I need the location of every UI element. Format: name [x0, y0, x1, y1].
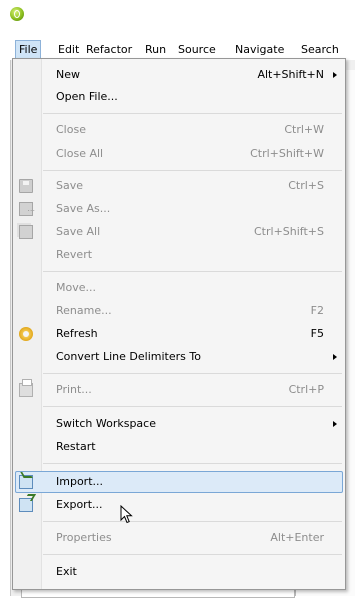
menu-item-open-file[interactable]: Open File... — [13, 86, 345, 108]
menu-item-shortcut: Ctrl+Shift+W — [250, 147, 324, 160]
menu-item-label: Save As... — [56, 202, 111, 215]
import-icon — [19, 475, 33, 489]
menu-separator — [43, 463, 342, 464]
menu-item-shortcut: Alt+Enter — [270, 531, 324, 544]
menu-item-refresh[interactable]: Refresh F5 — [13, 323, 345, 345]
menu-item-exit[interactable]: Exit — [13, 561, 345, 583]
menu-item-import[interactable]: Import... — [13, 471, 345, 493]
menu-item-save[interactable]: Save Ctrl+S — [13, 175, 345, 197]
menu-item-label: New — [56, 68, 80, 81]
title-bar — [0, 0, 355, 28]
menu-edit[interactable]: Edit — [55, 40, 82, 60]
menu-item-label: Exit — [56, 565, 77, 578]
menu-separator — [43, 521, 342, 522]
menu-file[interactable]: File — [15, 40, 42, 60]
menu-run[interactable]: Run — [142, 40, 169, 60]
menu-item-switch-workspace[interactable]: Switch Workspace — [13, 413, 345, 435]
menu-item-save-as[interactable]: Save As... — [13, 198, 345, 220]
menu-item-label: Refresh — [56, 327, 98, 340]
menu-item-shortcut: Ctrl+Shift+S — [254, 225, 324, 238]
menu-item-shortcut: Alt+Shift+N — [257, 68, 324, 81]
menu-item-label: Switch Workspace — [56, 417, 156, 430]
menu-item-revert[interactable]: Revert — [13, 244, 345, 266]
menu-item-move[interactable]: Move... — [13, 277, 345, 299]
menu-search[interactable]: Search — [298, 40, 342, 60]
menu-item-label: Import... — [56, 475, 103, 488]
menu-item-label: Revert — [56, 248, 93, 261]
file-menu-dropdown: New Alt+Shift+N Open File... Close Ctrl+… — [12, 58, 346, 590]
menu-item-shortcut: Ctrl+W — [284, 123, 324, 136]
menu-item-print[interactable]: Print... Ctrl+P — [13, 379, 345, 401]
submenu-arrow-icon — [333, 72, 337, 78]
menu-item-label: Print... — [56, 383, 92, 396]
print-icon — [19, 379, 33, 397]
mouse-pointer-icon — [120, 505, 133, 524]
eclipse-icon — [10, 7, 24, 21]
menu-item-label: Close All — [56, 147, 104, 160]
menu-item-close-all[interactable]: Close All Ctrl+Shift+W — [13, 143, 345, 165]
menu-separator — [43, 554, 342, 555]
menu-item-properties[interactable]: Properties Alt+Enter — [13, 527, 345, 549]
menu-item-export[interactable]: Export... — [13, 494, 345, 516]
menu-item-label: Open File... — [56, 90, 118, 103]
menu-separator — [43, 271, 342, 272]
menu-refactor[interactable]: Refactor — [83, 40, 135, 60]
export-icon — [19, 498, 33, 512]
menu-item-label: Move... — [56, 281, 96, 294]
menu-separator — [43, 113, 342, 114]
menu-separator — [43, 373, 342, 374]
save-icon — [19, 179, 33, 193]
menu-item-label: Rename... — [56, 304, 112, 317]
menu-item-shortcut: F5 — [310, 327, 324, 340]
menu-item-label: Restart — [56, 440, 96, 453]
menu-item-label: Export... — [56, 498, 103, 511]
save-as-icon — [19, 198, 35, 220]
menu-item-label: Close — [56, 123, 86, 136]
menu-item-shortcut: F2 — [310, 304, 324, 317]
menu-item-new[interactable]: New Alt+Shift+N — [13, 64, 345, 86]
menu-item-rename[interactable]: Rename... F2 — [13, 300, 345, 322]
menu-separator — [43, 170, 342, 171]
refresh-icon — [19, 327, 33, 341]
menu-item-label: Save All — [56, 225, 101, 238]
menu-item-save-all[interactable]: Save All Ctrl+Shift+S — [13, 221, 345, 243]
submenu-arrow-icon — [333, 354, 337, 360]
menu-item-label: Save — [56, 179, 84, 192]
menu-source[interactable]: Source — [175, 40, 219, 60]
menu-item-label: Properties — [56, 531, 112, 544]
menu-item-shortcut: Ctrl+P — [288, 383, 324, 396]
menu-item-restart[interactable]: Restart — [13, 436, 345, 458]
menu-item-convert-line-delimiters[interactable]: Convert Line Delimiters To — [13, 346, 345, 368]
menu-item-label: Convert Line Delimiters To — [56, 350, 201, 363]
save-all-icon — [19, 225, 33, 239]
menu-navigate[interactable]: Navigate — [232, 40, 287, 60]
menu-item-shortcut: Ctrl+S — [288, 179, 324, 192]
menu-separator — [43, 406, 342, 407]
menu-item-close[interactable]: Close Ctrl+W — [13, 119, 345, 141]
submenu-arrow-icon — [333, 421, 337, 427]
menu-bar: File Edit Refactor Run Source Navigate S… — [0, 40, 355, 60]
